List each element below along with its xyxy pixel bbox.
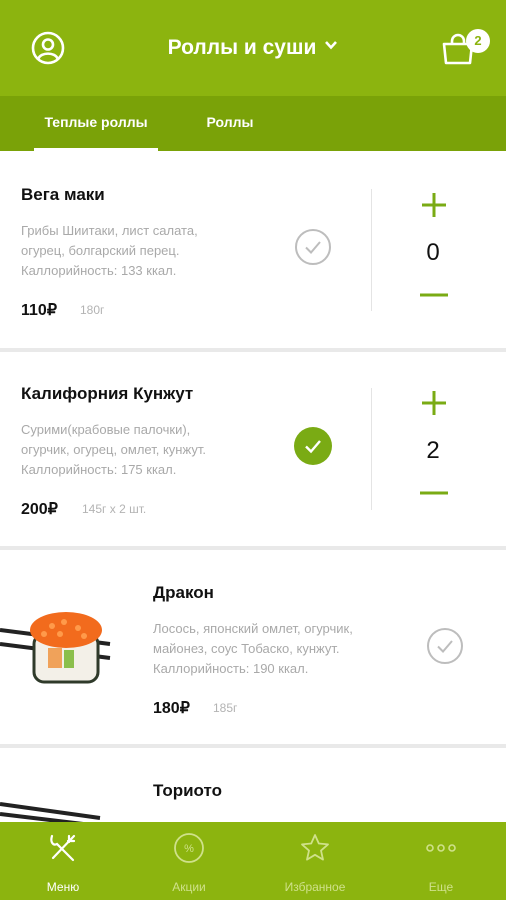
category-tabs: Теплые роллы Роллы: [0, 96, 506, 151]
tab-warm-rolls[interactable]: Теплые роллы: [34, 96, 158, 151]
chevron-down-icon: [325, 41, 338, 50]
product-name: Дракон: [153, 583, 214, 602]
product-list[interactable]: Вега маки Грибы Шиитаки, лист салата, ог…: [0, 151, 506, 822]
description-line: майонез, соус Тобаско, кунжут.: [153, 641, 340, 656]
tab-more[interactable]: Еще: [378, 822, 504, 900]
quantity-value: 0: [426, 239, 440, 266]
description-line: огурчик, огурец, омлет, кунжут.: [21, 442, 206, 457]
product-name: Вега маки: [21, 185, 105, 204]
product-price: 200₽: [21, 501, 58, 518]
product-image: [0, 802, 101, 822]
description-line: огурец, болгарский перец.: [21, 243, 180, 258]
fork-knife-icon: [50, 834, 76, 862]
tab-favorites[interactable]: Избранное: [252, 822, 378, 900]
product-name: Ториото: [153, 781, 222, 800]
svg-text:%: %: [184, 843, 194, 855]
check-outline-icon[interactable]: [294, 228, 332, 266]
description-line: Сурими(крабовые палочки),: [21, 422, 191, 437]
description-line: Грибы Шиитаки, лист салата,: [21, 223, 198, 238]
product-card[interactable]: Дракон Лосось, японский омлет, огурчик, …: [0, 550, 506, 744]
product-price: 180₽: [153, 700, 190, 717]
tab-label: Акции: [172, 880, 206, 894]
vertical-divider: [371, 388, 372, 510]
tab-label: Меню: [46, 880, 80, 894]
product-description: Грибы Шиитаки, лист салата, огурец, болг…: [21, 221, 198, 281]
product-price: 110₽: [21, 302, 57, 319]
product-description: Лосось, японский омлет, огурчик, майонез…: [153, 619, 353, 679]
cart-count-badge: 2: [466, 29, 490, 53]
check-outline-icon[interactable]: [426, 627, 464, 665]
star-icon: [301, 834, 329, 861]
product-calories: Каллорийность: 175 ккал.: [21, 462, 177, 477]
minus-icon[interactable]: [420, 491, 448, 495]
product-weight: 145г х 2 шт.: [82, 502, 147, 516]
product-weight: 185г: [213, 701, 238, 715]
product-card[interactable]: Вега маки Грибы Шиитаки, лист салата, ог…: [0, 151, 506, 348]
tab-rolls[interactable]: Роллы: [198, 96, 262, 151]
minus-icon[interactable]: [420, 293, 448, 297]
tab-label: Еще: [428, 880, 454, 894]
product-description: Сурими(крабовые палочки), огурчик, огуре…: [21, 420, 206, 480]
plus-icon[interactable]: [420, 191, 448, 219]
product-calories: Каллорийность: 133 ккал.: [21, 263, 177, 278]
tab-menu[interactable]: Меню: [0, 822, 126, 900]
plus-icon[interactable]: [420, 389, 448, 417]
product-card[interactable]: Калифорния Кунжут Сурими(крабовые палочк…: [0, 352, 506, 546]
quantity-value: 2: [426, 437, 440, 464]
more-icon: [426, 844, 456, 852]
page-title: Роллы и суши: [167, 36, 317, 59]
category-selector[interactable]: Роллы и суши: [0, 36, 506, 60]
app-header: Роллы и суши 2: [0, 0, 506, 96]
tab-label: Избранное: [284, 880, 346, 894]
percent-icon: %: [174, 833, 204, 863]
product-card[interactable]: Ториото: [0, 748, 506, 822]
product-calories: Каллорийность: 190 ккал.: [153, 661, 309, 676]
description-line: Лосось, японский омлет, огурчик,: [153, 621, 353, 636]
check-filled-icon[interactable]: [294, 427, 332, 465]
product-weight: 180г: [80, 303, 105, 317]
vertical-divider: [371, 189, 372, 311]
product-name: Калифорния Кунжут: [21, 384, 194, 403]
bottom-tab-bar: Меню % Акции Избранное Еще: [0, 822, 506, 900]
tab-promotions[interactable]: % Акции: [126, 822, 252, 900]
product-image: [0, 612, 111, 684]
